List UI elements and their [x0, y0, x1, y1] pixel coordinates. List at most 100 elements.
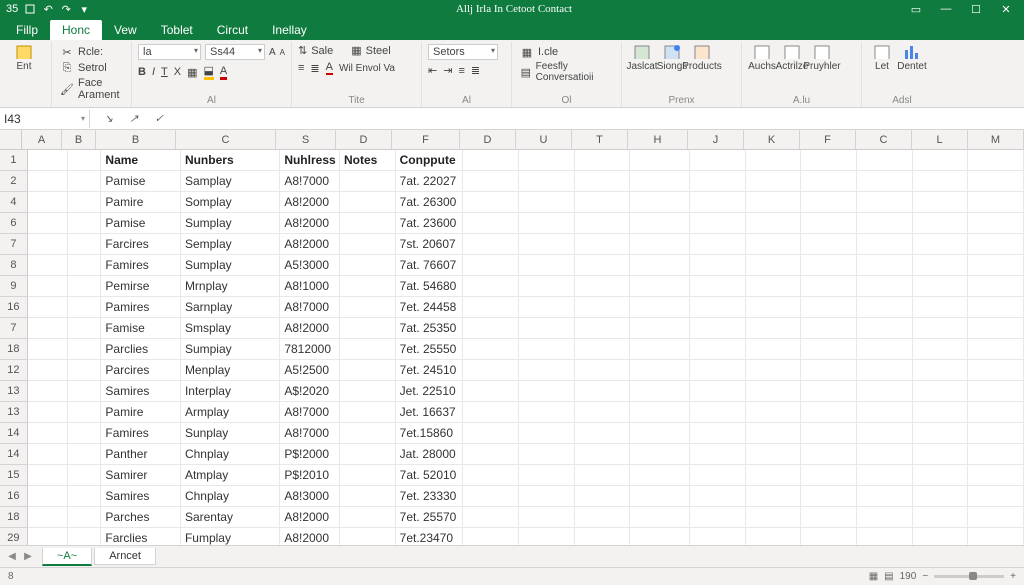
cell[interactable] [463, 276, 519, 297]
cell[interactable] [690, 297, 746, 318]
cell[interactable] [68, 192, 102, 213]
cell[interactable]: Interplay [181, 381, 280, 402]
cell[interactable] [857, 360, 913, 381]
row-header[interactable]: 13 [0, 381, 28, 402]
cell[interactable] [968, 255, 1024, 276]
sort-icon[interactable]: ⇅ [298, 44, 307, 57]
column-header[interactable]: F [392, 130, 460, 150]
row-header[interactable]: 18 [0, 507, 28, 528]
cell[interactable]: A8!2000 [280, 507, 340, 528]
jaslcat-button[interactable]: Jaslcat [628, 44, 656, 72]
font-color2-icon[interactable]: A [326, 61, 333, 75]
cell[interactable] [968, 360, 1024, 381]
row-header[interactable]: 7 [0, 234, 28, 255]
setors-dropdown[interactable]: Setors [428, 44, 498, 60]
cell[interactable] [630, 507, 690, 528]
column-header[interactable]: S [276, 130, 336, 150]
cell[interactable] [575, 255, 631, 276]
cell[interactable] [968, 213, 1024, 234]
cell[interactable] [857, 402, 913, 423]
cell[interactable] [690, 213, 746, 234]
cell[interactable] [913, 402, 969, 423]
let-button[interactable]: Let [868, 44, 896, 72]
cell[interactable]: Samires [101, 381, 181, 402]
cell[interactable] [690, 255, 746, 276]
cell[interactable] [913, 339, 969, 360]
cell[interactable] [463, 234, 519, 255]
cell[interactable] [857, 423, 913, 444]
cell[interactable]: Sarnplay [181, 297, 280, 318]
cell[interactable]: Nunbers [181, 150, 280, 171]
cell[interactable] [968, 318, 1024, 339]
cell[interactable] [463, 318, 519, 339]
tab-tablet[interactable]: Toblet [149, 20, 205, 40]
cell[interactable] [463, 360, 519, 381]
cell[interactable] [519, 360, 575, 381]
cell[interactable]: Jet. 22510 [396, 381, 464, 402]
tab-view[interactable]: Vew [102, 20, 149, 40]
cell[interactable]: 7st. 20607 [396, 234, 464, 255]
cell[interactable] [801, 150, 857, 171]
cell[interactable]: Sarentay [181, 507, 280, 528]
cell[interactable] [857, 381, 913, 402]
list-icon[interactable]: ≡ [458, 65, 464, 77]
cell[interactable] [630, 339, 690, 360]
cell[interactable] [746, 297, 802, 318]
cell[interactable] [575, 213, 631, 234]
cell[interactable]: Jet. 16637 [396, 402, 464, 423]
row-header[interactable]: 12 [0, 360, 28, 381]
cell[interactable]: P$!2010 [280, 465, 340, 486]
cell[interactable] [857, 276, 913, 297]
row-header[interactable]: 18 [0, 339, 28, 360]
tab-file[interactable]: Fillp [4, 20, 50, 40]
cell[interactable] [801, 255, 857, 276]
cell[interactable] [690, 465, 746, 486]
cell[interactable]: A8!1000 [280, 276, 340, 297]
cell[interactable] [519, 507, 575, 528]
cell[interactable] [463, 255, 519, 276]
cell[interactable]: Famise [101, 318, 181, 339]
cell[interactable] [463, 423, 519, 444]
maximize-icon[interactable]: ☐ [968, 1, 984, 17]
cell[interactable] [28, 360, 68, 381]
cell[interactable] [340, 192, 396, 213]
cell[interactable]: A8!7000 [280, 402, 340, 423]
cell[interactable] [913, 507, 969, 528]
cell[interactable] [630, 360, 690, 381]
cell[interactable] [801, 297, 857, 318]
cell[interactable] [575, 402, 631, 423]
cell[interactable] [28, 213, 68, 234]
cell[interactable] [575, 507, 631, 528]
cell[interactable] [801, 402, 857, 423]
cell[interactable] [801, 318, 857, 339]
ribbon-options-icon[interactable]: ▭ [908, 1, 924, 17]
cell[interactable] [913, 360, 969, 381]
cell[interactable]: 7et. 24458 [396, 297, 464, 318]
cell[interactable] [68, 255, 102, 276]
cell[interactable] [857, 486, 913, 507]
cell[interactable]: A8!2000 [280, 234, 340, 255]
cell[interactable] [746, 507, 802, 528]
cell[interactable] [463, 486, 519, 507]
cell[interactable]: 7at. 25350 [396, 318, 464, 339]
cell[interactable] [340, 486, 396, 507]
cell[interactable] [68, 423, 102, 444]
cell[interactable] [968, 171, 1024, 192]
zoom-in-icon[interactable]: + [1010, 571, 1016, 582]
cell[interactable] [801, 192, 857, 213]
cell[interactable] [340, 339, 396, 360]
column-header[interactable]: D [460, 130, 516, 150]
cell[interactable]: 7et. 24510 [396, 360, 464, 381]
cell[interactable] [340, 402, 396, 423]
cell[interactable] [340, 360, 396, 381]
cell[interactable] [28, 507, 68, 528]
cell[interactable] [68, 150, 102, 171]
cell[interactable] [28, 444, 68, 465]
cell[interactable]: Notes [340, 150, 396, 171]
cell[interactable] [630, 318, 690, 339]
row-header[interactable]: 14 [0, 444, 28, 465]
cell[interactable] [575, 486, 631, 507]
cell[interactable] [913, 423, 969, 444]
paste-button[interactable]: Ent [10, 44, 38, 72]
cell[interactable]: Mrnplay [181, 276, 280, 297]
